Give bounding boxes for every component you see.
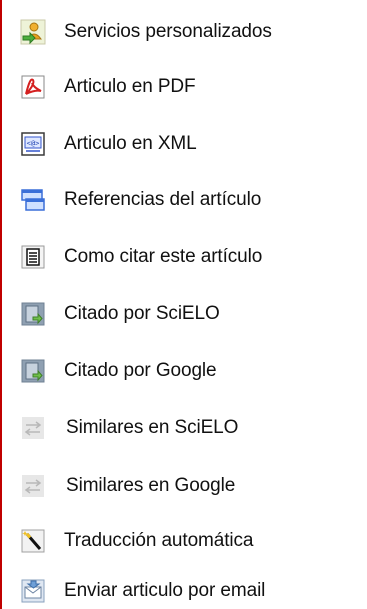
left-border (0, 0, 2, 609)
citation-icon (20, 244, 46, 270)
menu-item-label: Articulo en XML (64, 133, 197, 154)
menu-item-citado-google[interactable]: Citado por Google (20, 353, 365, 389)
menu-item-pdf[interactable]: Articulo en PDF (20, 69, 365, 105)
references-icon (20, 187, 46, 213)
menu-item-label: Citado por SciELO (64, 303, 220, 324)
similar-icon (20, 415, 46, 441)
menu-item-traduccion[interactable]: Traducción automática (20, 523, 365, 559)
menu-item-label: Referencias del artículo (64, 189, 262, 210)
menu-item-referencias[interactable]: Referencias del artículo (20, 182, 365, 218)
xml-icon: <@> (20, 131, 46, 157)
cited-by-icon (20, 301, 46, 327)
menu-item-label: Citado por Google (64, 360, 217, 381)
menu-item-label: Como citar este artículo (64, 246, 263, 267)
magic-wand-icon (20, 528, 46, 554)
menu-item-label: Enviar articulo por email (64, 580, 266, 601)
svg-text:<@>: <@> (27, 140, 40, 148)
menu-item-label: Traducción automática (64, 530, 254, 551)
menu-item-citar[interactable]: Como citar este artículo (20, 239, 365, 275)
menu-item-similares-scielo[interactable]: Similares en SciELO (20, 410, 365, 446)
email-icon (20, 578, 46, 604)
cited-by-icon (20, 358, 46, 384)
menu-item-email[interactable]: Enviar articulo por email (20, 573, 365, 609)
menu-item-similares-google[interactable]: Similares en Google (20, 468, 365, 504)
menu-item-label: Articulo en PDF (64, 76, 196, 97)
pdf-icon (20, 74, 46, 100)
menu-item-citado-scielo[interactable]: Citado por SciELO (20, 296, 365, 332)
similar-icon (20, 473, 46, 499)
menu-item-xml[interactable]: <@> Articulo en XML (20, 126, 365, 162)
menu-item-label: Similares en SciELO (66, 417, 239, 438)
menu-item-servicios[interactable]: Servicios personalizados (20, 14, 365, 50)
menu-item-label: Servicios personalizados (64, 21, 272, 42)
user-services-icon (20, 19, 46, 45)
menu-item-label: Similares en Google (66, 475, 236, 496)
